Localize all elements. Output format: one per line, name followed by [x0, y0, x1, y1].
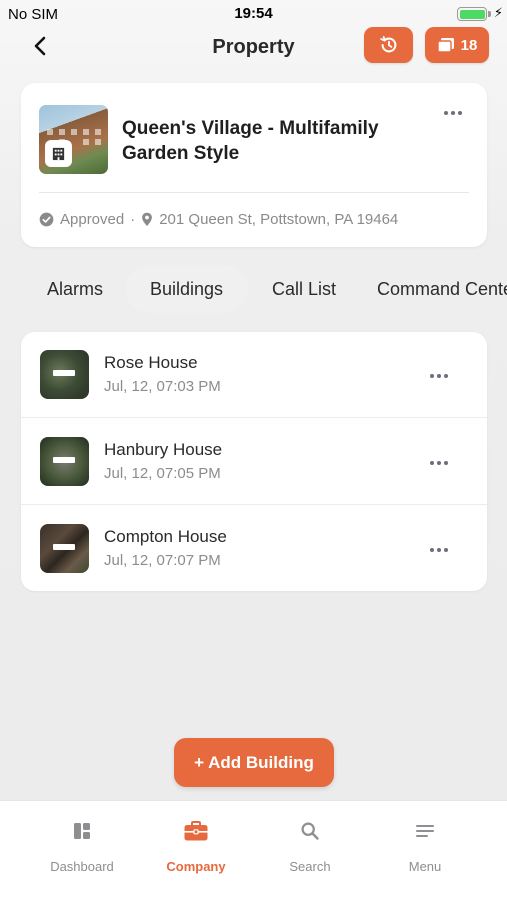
address-label: 201 Queen St, Pottstown, PA 19464 [159, 211, 399, 228]
nav-label: Dashboard [50, 859, 114, 874]
tab-buildings[interactable]: Buildings [125, 265, 248, 313]
header: Property 18 [0, 26, 507, 68]
history-icon [379, 36, 396, 53]
building-date: Jul, 12, 07:07 PM [104, 552, 221, 569]
building-image [40, 350, 89, 399]
more-options-icon[interactable] [427, 370, 451, 382]
property-meta: Approved · 201 Queen St, Pottstown, PA 1… [39, 211, 398, 228]
battery-cap [488, 11, 491, 17]
history-button[interactable] [364, 27, 413, 63]
building-date: Jul, 12, 07:03 PM [104, 378, 221, 395]
tab-alarms[interactable]: Alarms [30, 265, 120, 313]
tab-command-center[interactable]: Command Center [364, 265, 507, 313]
add-building-button[interactable]: + Add Building [174, 738, 334, 787]
building-list: Rose House Jul, 12, 07:03 PM Hanbury Hou… [21, 332, 487, 591]
divider [39, 192, 469, 193]
property-image [39, 105, 108, 174]
nav-company[interactable]: Company [141, 817, 251, 881]
nav-search[interactable]: Search [255, 817, 365, 881]
meta-separator: · [130, 211, 136, 228]
nav-label: Menu [408, 859, 442, 874]
more-options-icon[interactable] [441, 105, 465, 121]
location-pin-icon [142, 212, 153, 227]
tab-call-list[interactable]: Call List [256, 265, 352, 313]
files-count: 18 [460, 36, 478, 54]
list-item[interactable]: Compton House Jul, 12, 07:07 PM [21, 506, 487, 591]
battery-icon [457, 7, 487, 21]
files-button[interactable]: 18 [425, 27, 489, 63]
more-options-icon[interactable] [427, 544, 451, 556]
nav-menu[interactable]: Menu [370, 817, 480, 881]
status-bar: No SIM 19:54 ⚡ [0, 0, 507, 28]
dashboard-icon [27, 819, 137, 843]
list-item[interactable]: Hanbury House Jul, 12, 07:05 PM [21, 419, 487, 505]
nav-label: Company [166, 859, 226, 874]
divider [21, 417, 487, 418]
building-date: Jul, 12, 07:05 PM [104, 465, 221, 482]
property-name: Queen's Village - Multifamily Garden Sty… [122, 118, 379, 164]
building-name: Rose House [104, 353, 198, 372]
tab-bar: Alarms Buildings Call List Command Cente… [0, 265, 507, 313]
verified-icon [39, 212, 54, 227]
charging-icon: ⚡ [493, 5, 503, 20]
nav-dashboard[interactable]: Dashboard [27, 817, 137, 881]
building-name: Hanbury House [104, 440, 223, 459]
building-image [40, 437, 89, 486]
files-icon [436, 38, 454, 53]
nav-label: Search [289, 859, 331, 874]
divider [21, 504, 487, 505]
menu-icon [370, 819, 480, 843]
briefcase-icon [141, 819, 251, 843]
search-icon [255, 819, 365, 843]
building-image [40, 524, 89, 573]
clock: 19:54 [234, 5, 273, 22]
more-options-icon[interactable] [427, 457, 451, 469]
building-icon [45, 140, 72, 167]
chevron-left-icon [34, 36, 46, 56]
status-label: Approved [60, 211, 125, 228]
back-button[interactable] [26, 30, 54, 62]
list-item[interactable]: Rose House Jul, 12, 07:03 PM [21, 332, 487, 418]
building-name: Compton House [104, 527, 227, 546]
property-card[interactable]: Queen's Village - Multifamily Garden Sty… [21, 83, 487, 247]
bottom-nav: Dashboard Company Search Menu [0, 800, 507, 900]
